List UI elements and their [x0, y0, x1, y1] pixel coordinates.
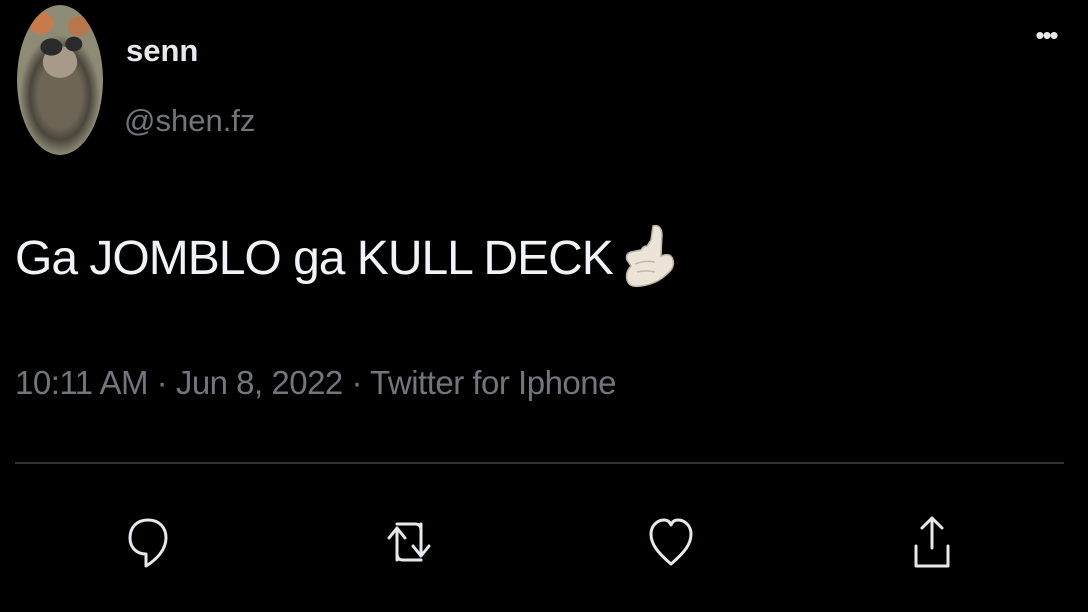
- tweet-text-container: Ga JOMBLO ga KULL DECK: [15, 222, 675, 294]
- tweet-date[interactable]: Jun 8, 2022: [176, 364, 343, 401]
- tweet-metadata: 10:11 AM · Jun 8, 2022 · Twitter for Iph…: [15, 364, 616, 402]
- retweet-button[interactable]: [383, 510, 435, 574]
- reply-icon: [128, 518, 168, 568]
- tweet-time[interactable]: 10:11 AM: [15, 364, 148, 401]
- tweet-source[interactable]: Twitter for Iphone: [370, 364, 616, 401]
- separator: ·: [342, 364, 371, 401]
- more-icon: •••: [1035, 20, 1058, 50]
- retweet-icon: [387, 522, 431, 562]
- display-name[interactable]: senn: [126, 33, 198, 69]
- tweet-text: Ga JOMBLO ga KULL DECK: [15, 231, 614, 285]
- separator: ·: [147, 364, 176, 401]
- like-button[interactable]: [645, 510, 697, 574]
- share-button[interactable]: [906, 510, 958, 574]
- user-handle[interactable]: @shen.fz: [124, 103, 255, 139]
- call-me-hand-emoji-icon: [623, 222, 675, 294]
- divider: [15, 462, 1064, 464]
- heart-icon: [649, 518, 693, 566]
- share-icon: [914, 516, 950, 568]
- avatar[interactable]: [17, 5, 103, 155]
- reply-button[interactable]: [122, 510, 174, 574]
- more-options-button[interactable]: •••: [1028, 18, 1064, 52]
